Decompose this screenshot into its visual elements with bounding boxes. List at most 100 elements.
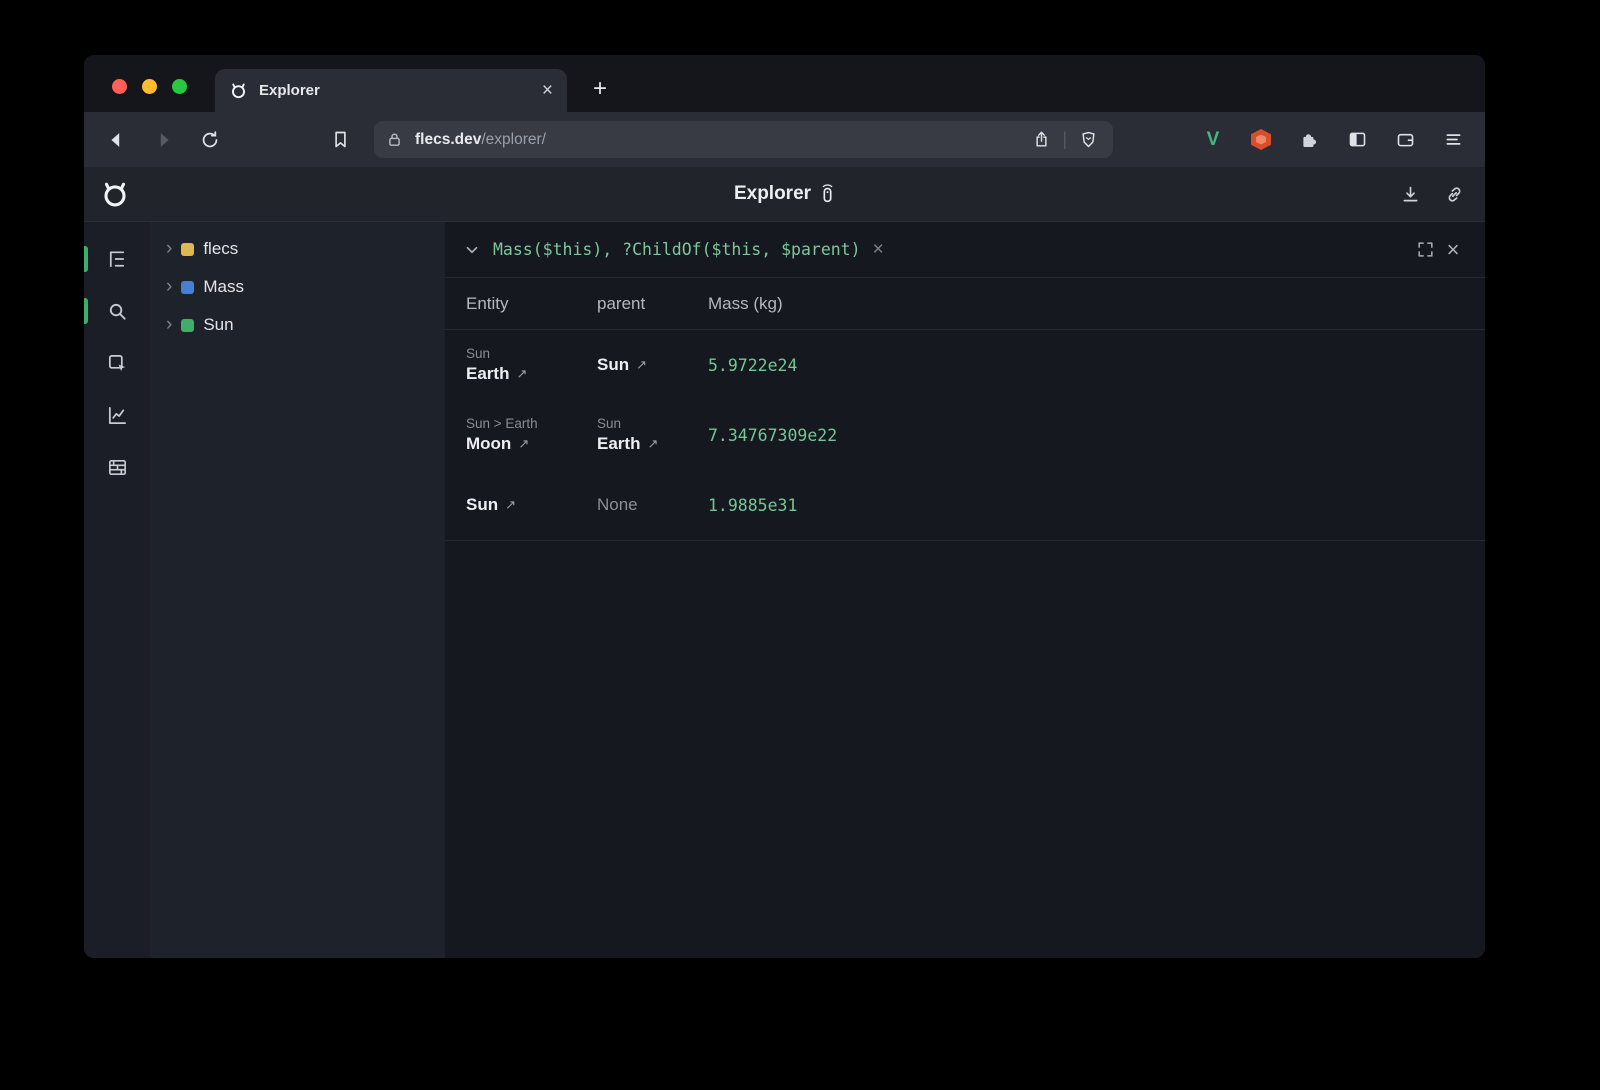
browser-toolbar: flecs.dev/explorer/ | V — [84, 112, 1485, 167]
url-text: flecs.dev/explorer/ — [415, 131, 1020, 149]
entity-link[interactable]: Moon↗ — [466, 434, 597, 454]
new-tab-button[interactable]: + — [584, 75, 616, 103]
open-entity-icon[interactable]: ↗ — [518, 436, 529, 452]
table-row: Sun > Earth Moon↗ Sun Earth↗ 7.34767309e… — [445, 400, 1485, 470]
mass-value: 1.9885e31 — [708, 496, 1485, 515]
sidebar-item-inspector[interactable] — [100, 346, 134, 380]
close-window-button[interactable] — [112, 79, 127, 94]
parent-cell: None — [597, 470, 708, 540]
table-row: Sun Earth↗ Sun↗ 5.9722e24 — [445, 330, 1485, 400]
active-indicator — [84, 246, 88, 272]
hex-extension-icon[interactable] — [1245, 124, 1277, 156]
parent-path: Sun — [597, 416, 708, 431]
entity-path: Sun — [466, 346, 597, 361]
tab-strip: Explorer × + — [84, 55, 1485, 112]
tab-close-icon[interactable]: × — [542, 81, 553, 100]
component-swatch — [181, 281, 194, 294]
active-indicator — [84, 298, 88, 324]
entity-tree-panel: › flecs › Mass › Sun — [150, 222, 445, 958]
chevron-down-icon[interactable] — [463, 241, 481, 259]
flecs-logo-icon[interactable] — [100, 179, 130, 209]
url-domain: flecs.dev — [415, 131, 481, 148]
entity-link[interactable]: Sun↗ — [466, 495, 597, 515]
mass-value: 7.34767309e22 — [708, 426, 1485, 445]
open-entity-icon[interactable]: ↗ — [505, 497, 516, 513]
sidebar-item-search[interactable] — [100, 294, 134, 328]
bookmark-icon[interactable] — [324, 124, 356, 156]
explorer-header: Explorer — [84, 167, 1485, 222]
column-header-entity: Entity — [466, 294, 597, 314]
tree-item-sun[interactable]: › Sun — [150, 306, 445, 344]
table-row: Sun↗ None 1.9885e31 — [445, 470, 1485, 540]
sidebar-item-stats[interactable] — [100, 398, 134, 432]
forward-button[interactable] — [148, 124, 180, 156]
browser-tab-explorer[interactable]: Explorer × — [215, 69, 567, 112]
browser-window: Explorer × + — [84, 55, 1485, 958]
open-entity-icon[interactable]: ↗ — [647, 436, 658, 452]
toolbar-separator: | — [1062, 129, 1067, 150]
entity-cell: Sun↗ — [466, 470, 597, 540]
chevron-right-icon[interactable]: › — [166, 277, 172, 296]
chevron-right-icon[interactable]: › — [166, 315, 172, 334]
extensions-area: V — [1197, 124, 1469, 156]
module-swatch — [181, 243, 194, 256]
mass-cell: 1.9885e31 — [708, 470, 1485, 540]
traffic-lights — [112, 79, 187, 94]
mass-cell: 5.9722e24 — [708, 330, 1485, 400]
url-path: /explorer/ — [481, 131, 546, 148]
parent-none-label: None — [597, 495, 708, 515]
mass-value: 5.9722e24 — [708, 356, 1485, 375]
entity-swatch — [181, 319, 194, 332]
menu-hamburger-icon[interactable] — [1437, 124, 1469, 156]
empty-results-area — [445, 541, 1485, 958]
vue-devtools-icon[interactable]: V — [1197, 124, 1229, 156]
entity-cell: Sun > Earth Moon↗ — [466, 400, 597, 470]
column-header-parent: parent — [597, 294, 708, 314]
mass-cell: 7.34767309e22 — [708, 400, 1485, 470]
entity-link[interactable]: Earth↗ — [597, 434, 708, 454]
tab-title: Explorer — [259, 82, 531, 99]
query-close-icon[interactable]: × — [1439, 236, 1467, 264]
tree-item-mass[interactable]: › Mass — [150, 268, 445, 306]
query-clear-icon[interactable]: × — [873, 240, 884, 259]
remote-connection-icon — [820, 184, 835, 204]
header-actions — [1395, 179, 1469, 209]
address-bar[interactable]: flecs.dev/explorer/ | — [374, 121, 1113, 158]
open-entity-icon[interactable]: ↗ — [636, 357, 647, 373]
open-entity-icon[interactable]: ↗ — [516, 366, 527, 382]
explorer-title-wrap: Explorer — [84, 167, 1485, 221]
page-title: Explorer — [734, 183, 811, 205]
lock-icon — [386, 131, 403, 148]
extensions-puzzle-icon[interactable] — [1293, 124, 1325, 156]
icon-sidebar — [84, 222, 150, 958]
sidebar-item-memory[interactable] — [100, 450, 134, 484]
maximize-window-button[interactable] — [172, 79, 187, 94]
parent-cell: Sun Earth↗ — [597, 400, 708, 470]
query-bar: Mass($this), ?ChildOf($this, $parent) × … — [445, 222, 1485, 278]
flecs-favicon-icon — [229, 81, 248, 100]
download-icon[interactable] — [1395, 179, 1425, 209]
column-header-mass: Mass (kg) — [708, 294, 1485, 314]
sidebar-toggle-icon[interactable] — [1341, 124, 1373, 156]
entity-link[interactable]: Sun↗ — [597, 355, 708, 375]
query-input[interactable]: Mass($this), ?ChildOf($this, $parent) — [493, 240, 861, 259]
wallet-icon[interactable] — [1389, 124, 1421, 156]
entity-cell: Sun Earth↗ — [466, 330, 597, 400]
fullscreen-icon[interactable] — [1411, 236, 1439, 264]
brave-shields-icon[interactable] — [1075, 124, 1101, 156]
tree-item-flecs[interactable]: › flecs — [150, 230, 445, 268]
reload-button[interactable] — [194, 124, 226, 156]
share-icon[interactable] — [1028, 124, 1054, 156]
back-button[interactable] — [100, 124, 132, 156]
sidebar-item-tree[interactable] — [100, 242, 134, 276]
query-panel: Mass($this), ?ChildOf($this, $parent) × … — [445, 222, 1485, 958]
explorer-main: › flecs › Mass › Sun — [84, 222, 1485, 958]
link-icon[interactable] — [1439, 179, 1469, 209]
parent-cell: Sun↗ — [597, 330, 708, 400]
table-header: Entity parent Mass (kg) — [445, 278, 1485, 330]
desktop-background: Explorer × + — [0, 0, 1600, 1090]
entity-link[interactable]: Earth↗ — [466, 364, 597, 384]
chevron-right-icon[interactable]: › — [166, 239, 172, 258]
minimize-window-button[interactable] — [142, 79, 157, 94]
entity-path: Sun > Earth — [466, 416, 597, 431]
